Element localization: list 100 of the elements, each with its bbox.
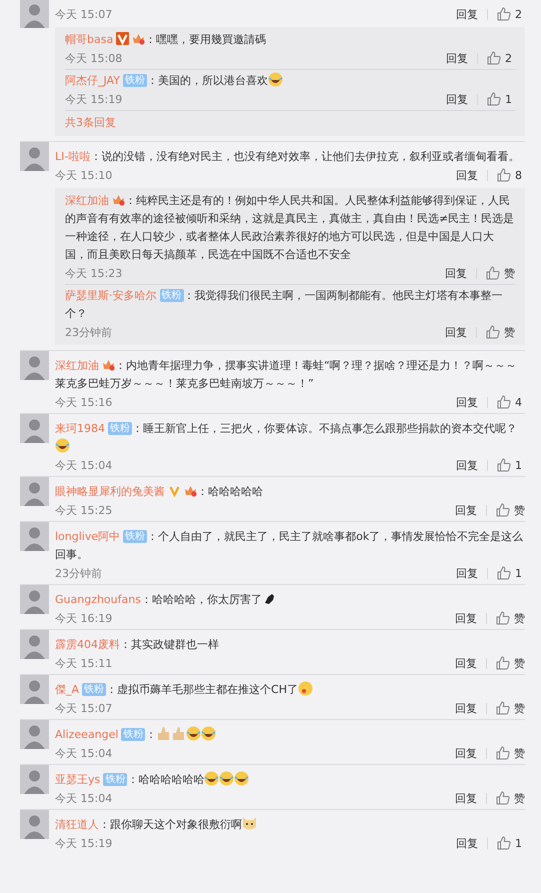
reply-link[interactable]: 回复 (456, 836, 478, 850)
like-button[interactable]: 2 (487, 51, 515, 65)
avatar[interactable] (20, 477, 49, 506)
like-button[interactable]: 1 (487, 92, 515, 106)
avatar[interactable] (20, 585, 49, 614)
timestamp: 今天 15:04 (55, 746, 114, 760)
reply-link[interactable]: 回复 (445, 266, 467, 280)
comment-text: 霹雳404废料：其实政键群也一样 (55, 637, 220, 653)
like-button[interactable]: 4 (497, 395, 525, 409)
avatar[interactable] (20, 630, 49, 659)
like-button[interactable]: 1 (497, 458, 525, 472)
reply-link[interactable]: 回复 (455, 746, 477, 760)
laughing-face-icon (204, 771, 220, 786)
thumbs-up-icon (497, 458, 511, 472)
laughing-face-icon (186, 726, 202, 741)
avatar[interactable] (20, 522, 49, 551)
like-button[interactable]: 1 (497, 836, 525, 850)
thumbs-up-icon (497, 7, 511, 21)
laughing-face-icon (55, 438, 70, 453)
like-button[interactable]: 赞 (496, 610, 525, 626)
reply-link[interactable]: 回复 (456, 168, 478, 182)
reply-link[interactable]: 回复 (446, 92, 468, 106)
dog-face-icon (242, 816, 257, 831)
like-button[interactable]: 赞 (486, 324, 515, 340)
crown-icon (102, 358, 115, 371)
thumbs-up-icon (497, 395, 511, 409)
timestamp: 今天 15:16 (55, 394, 114, 410)
comment-text: Guangzhoufans：哈哈哈哈，你太厉害了 (55, 591, 525, 609)
timestamp: 今天 15:04 (55, 790, 114, 806)
thumbs-up-icon (496, 611, 510, 625)
like-button[interactable]: 赞 (496, 790, 525, 806)
like-button[interactable]: 赞 (496, 502, 525, 518)
avatar[interactable] (20, 351, 49, 380)
timestamp: 今天 15:25 (55, 502, 114, 518)
crown-icon (132, 32, 146, 45)
avatar[interactable] (20, 142, 49, 171)
timestamp: 今天 15:19 (55, 836, 114, 850)
comment-text: 亚瑟王ys 铁粉 ：哈哈哈哈哈哈 (55, 771, 525, 789)
thumbs-up-icon (156, 726, 172, 741)
reply-link[interactable]: 回复 (455, 656, 477, 670)
comment-text: longlive阿中 铁粉 ：个人自由了，就民主了，民主了就啥事都ok了，事情发展恰恰不完全是这么回事。 (55, 529, 524, 563)
comment-text: 帽哥basa ：嘿嘿，要用幾買邀請碼 (65, 31, 268, 48)
thumbs-up-icon (487, 51, 501, 65)
avatar[interactable] (20, 0, 49, 28)
verified-v-icon (116, 32, 130, 45)
reply-link[interactable]: 回复 (455, 610, 477, 626)
like-button[interactable]: 赞 (486, 266, 515, 280)
reply-link[interactable]: 回复 (455, 790, 477, 806)
fan-badge: 铁粉 (103, 773, 128, 786)
like-button[interactable]: 8 (497, 168, 525, 182)
reply-link[interactable]: 回复 (446, 50, 468, 66)
fan-badge: 铁粉 (121, 728, 146, 741)
timestamp: 23分钟前 (55, 566, 103, 580)
verified-v-icon (168, 484, 181, 497)
comment-text: LI-啦啦：说的没错，没有绝对民主，也没有绝对效率，让他们去伊拉克，叙利亚或者缅甸看看。 (55, 149, 520, 165)
reply-link[interactable]: 回复 (456, 566, 478, 580)
like-button[interactable]: 赞 (496, 656, 525, 670)
timestamp: 今天 15:07 (55, 6, 114, 22)
comment-text: 眼神略显犀利的兔美酱 ：哈哈哈哈哈 (55, 483, 264, 500)
thumbs-up-icon (496, 701, 510, 715)
reply-link[interactable]: 回复 (456, 394, 478, 410)
thumbs-up-icon (496, 791, 510, 805)
fan-badge: 铁粉 (123, 530, 148, 543)
timestamp: 23分钟前 (65, 324, 113, 340)
thumbs-up-icon (486, 266, 500, 280)
like-button[interactable]: 赞 (496, 700, 525, 716)
comment-text: 萨瑟里斯·安多哈尔 铁粉 ：我觉得我们很民主啊，一国两制都能有。他民主灯塔有本事整一个？ (65, 288, 504, 322)
thumbs-up-icon (486, 325, 500, 339)
fan-badge: 铁粉 (82, 683, 106, 696)
avatar[interactable] (20, 414, 49, 443)
comment-text: 傑_A 铁粉 ：虚拟币薅羊毛那些主都在推这个CH了 (55, 681, 525, 699)
avatar[interactable] (20, 675, 49, 704)
comment-text: 阿杰仔_JAY 铁粉 ：美国的，所以港台喜欢 (65, 72, 515, 90)
comment-text: 清狂道人：跟你聊天这个对象很敷衍啊 (55, 816, 525, 834)
timestamp: 今天 15:23 (65, 266, 124, 280)
laughing-face-icon (234, 771, 250, 786)
thumbs-up-icon (497, 168, 511, 182)
timestamp: 今天 15:11 (55, 656, 114, 670)
avatar[interactable] (20, 765, 49, 794)
reply-link[interactable]: 回复 (456, 458, 478, 472)
reply-link[interactable]: 回复 (455, 502, 477, 518)
crown-icon (112, 193, 125, 206)
like-button[interactable]: 赞 (496, 746, 525, 760)
thumbs-up-icon (171, 726, 186, 741)
laughing-face-icon (219, 771, 234, 786)
thumbs-up-icon (497, 836, 511, 850)
timestamp: 今天 15:19 (65, 92, 124, 106)
crown-icon (184, 484, 197, 497)
thumbs-up-icon (496, 656, 510, 670)
timestamp: 今天 16:19 (55, 610, 114, 626)
reply-link[interactable]: 回复 (445, 324, 467, 340)
avatar[interactable] (20, 720, 49, 749)
reply-link[interactable]: 回复 (455, 700, 477, 716)
avatar[interactable] (20, 810, 49, 839)
fan-badge: 铁粉 (108, 422, 132, 435)
like-button[interactable]: 1 (497, 566, 525, 580)
thumbs-up-icon (497, 566, 511, 580)
timestamp: 今天 15:08 (65, 50, 124, 66)
like-button[interactable]: 2 (497, 7, 525, 21)
reply-link[interactable]: 回复 (456, 6, 478, 22)
